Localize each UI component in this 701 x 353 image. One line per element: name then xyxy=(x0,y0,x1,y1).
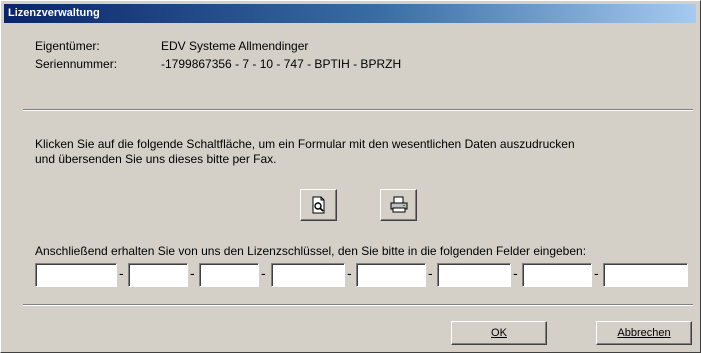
key-field-6[interactable] xyxy=(437,263,511,287)
key-separator: - xyxy=(261,265,266,281)
key-separator: - xyxy=(119,265,124,281)
divider-top xyxy=(23,109,693,111)
cancel-button[interactable]: Abbrechen xyxy=(596,321,692,345)
owner-label: Eigentümer: xyxy=(35,39,100,53)
serial-value: -1799867356 - 7 - 10 - 747 - BPTIH - BPR… xyxy=(161,57,402,71)
print-preview-button[interactable] xyxy=(300,189,337,221)
key-field-8[interactable] xyxy=(603,263,688,287)
key-field-4[interactable] xyxy=(271,263,345,287)
key-separator: - xyxy=(513,265,518,281)
instruction-line-1: Klicken Sie auf die folgende Schaltfläch… xyxy=(35,137,575,151)
owner-value: EDV Systeme Allmendinger xyxy=(161,39,309,53)
print-button[interactable] xyxy=(380,189,417,221)
instruction-line-2: und übersenden Sie uns dieses bitte per … xyxy=(35,152,277,166)
key-field-5[interactable] xyxy=(356,263,426,287)
serial-label: Seriennummer: xyxy=(35,57,118,71)
license-dialog: Lizenzverwaltung Eigentümer: EDV Systeme… xyxy=(0,0,701,353)
window-title: Lizenzverwaltung xyxy=(4,4,696,23)
key-separator: - xyxy=(428,265,433,281)
key-field-2[interactable] xyxy=(128,263,188,287)
print-preview-icon xyxy=(312,196,324,214)
key-field-3[interactable] xyxy=(199,263,259,287)
divider-bottom xyxy=(23,304,693,306)
ok-button[interactable]: OK xyxy=(451,321,547,345)
printer-icon xyxy=(390,196,407,213)
key-separator: - xyxy=(594,265,599,281)
key-separator: - xyxy=(190,265,195,281)
instruction-line-3: Anschließend erhalten Sie von uns den Li… xyxy=(35,244,587,258)
key-separator: - xyxy=(347,265,352,281)
key-field-1[interactable] xyxy=(35,263,117,287)
key-field-7[interactable] xyxy=(522,263,592,287)
